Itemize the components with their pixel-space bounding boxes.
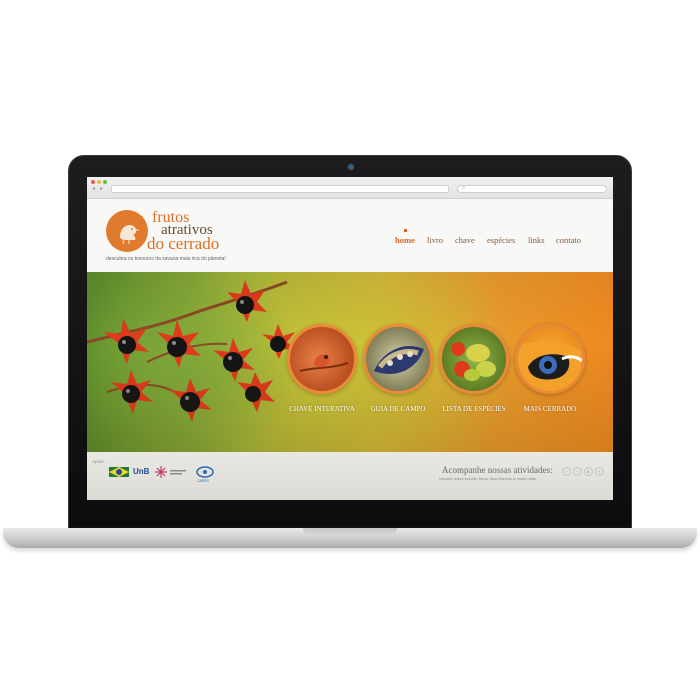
capes-logo-icon[interactable] [195,465,215,479]
twitter-icon[interactable]: t [562,467,571,476]
maximize-window-icon[interactable] [103,180,107,184]
nav-links[interactable]: links [528,235,545,245]
flower-institution-logo-icon[interactable] [154,465,188,479]
laptop-base [3,528,697,548]
feature-mais-cerrado[interactable] [515,324,585,394]
browser-toolbar: ◂ ▸ ⌕ [87,177,613,199]
toucan-icon [518,341,582,391]
youtube-icon[interactable]: ▶ [584,467,593,476]
nav-especies[interactable]: espécies [487,235,515,245]
apoio-label: Apoio: [92,459,105,464]
site-tagline: descubra os tesouros da savana mais rica… [106,256,226,262]
nav-contato[interactable]: contato [556,235,581,245]
follow-title: Acompanhe nossas atividades: [442,465,553,475]
minimize-window-icon[interactable] [97,180,101,184]
site-footer: Apoio: UnB CAPES Acompanhe nossas ativid… [87,452,613,500]
feature-chave-interativa[interactable] [287,324,357,394]
back-arrow-icon[interactable]: ◂ [92,186,95,192]
logo-text-do-cerrado: do cerrado [147,234,220,253]
hero-banner: CHAVE INTERATIVA GUIA DE CAMPO LISTA DE … [87,272,613,452]
nav-livro[interactable]: livro [427,235,443,245]
site-header: frutos atrativos do cerrado descubra os … [87,199,613,272]
facebook-icon[interactable]: f [573,467,582,476]
feature-label-mais-cerrado[interactable]: MAIS CERRADO [505,405,595,413]
forward-arrow-icon[interactable]: ▸ [100,186,103,192]
bird-icon [120,225,140,245]
laptop-opening-notch [303,528,397,535]
mec-logo-icon[interactable] [109,465,129,479]
close-window-icon[interactable] [91,180,95,184]
search-icon: ⌕ [462,185,466,191]
logo-bird-icon[interactable] [106,210,148,252]
bird-on-branch-icon [299,354,349,372]
nav-home[interactable]: home [395,235,415,245]
camera-icon [348,164,354,170]
flickr-icon[interactable]: ● [595,467,604,476]
screen: ◂ ▸ ⌕ frutos atrativos do cerrado descub… [87,177,613,500]
feature-lista-de-especies[interactable] [439,324,509,394]
fruits-icon [451,342,496,381]
address-bar[interactable] [111,185,449,193]
seed-pod-icon [374,345,424,375]
capes-logo-text: CAPES [197,479,209,483]
feature-guia-de-campo[interactable] [363,324,433,394]
active-indicator [404,229,407,232]
unb-logo[interactable]: UnB [133,467,149,481]
nav-chave[interactable]: chave [455,235,475,245]
browser-search-field[interactable]: ⌕ [457,185,607,193]
follow-subtitle: Nossas redes sociais, fotos, descobertas… [439,476,538,481]
